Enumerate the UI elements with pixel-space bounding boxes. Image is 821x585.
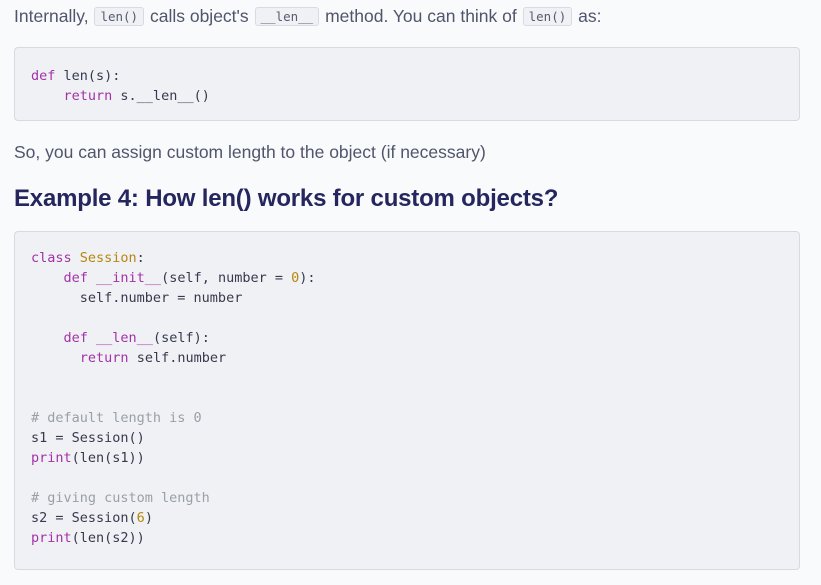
code-line: print(len(s2)) xyxy=(31,528,783,548)
intro-text-3: method. You can think of xyxy=(325,6,517,26)
inline-code-len: len() xyxy=(94,7,145,26)
code-text-token: self.number = number xyxy=(31,290,243,306)
code-text-token: s2 = Session( xyxy=(31,510,137,526)
keyword-token: def xyxy=(31,68,56,84)
indent-token xyxy=(31,350,80,366)
intro-text-4: as: xyxy=(578,6,602,26)
code-text-token: s.__len__() xyxy=(112,88,210,104)
comment-token: # giving custom length xyxy=(31,490,210,506)
code-line: print(len(s1)) xyxy=(31,448,783,468)
code-text-token: self.number xyxy=(128,350,227,366)
intro-paragraph: Internally, len() calls object's __len__… xyxy=(14,4,602,30)
code-line: class Session: xyxy=(31,248,783,268)
code-line: # default length is 0 xyxy=(31,408,783,428)
code-line: def __len__(self): xyxy=(31,328,783,348)
intro-text-1: Internally, xyxy=(14,6,89,26)
code-block-len-definition: def len(s): return s.__len__() xyxy=(14,47,800,121)
function-name-token: __init__ xyxy=(87,270,162,286)
class-name-token: Session xyxy=(71,250,137,266)
indent-token xyxy=(31,330,64,346)
intro-text-2: calls object's xyxy=(149,6,249,26)
code-text-token: ): xyxy=(299,270,316,286)
code-line: s1 = Session() xyxy=(31,428,783,448)
code-text-token: (len(s2)) xyxy=(71,530,145,546)
indent-token xyxy=(31,88,64,104)
code-text-token: len(s): xyxy=(55,68,121,84)
section-heading: Example 4: How len() works for custom ob… xyxy=(14,185,559,212)
code-block-example-4: class Session: def __init__(self, number… xyxy=(14,231,800,570)
code-line: def __init__(self, number = 0): xyxy=(31,268,783,288)
keyword-token: def xyxy=(63,330,88,346)
code-text-token: ) xyxy=(144,510,153,526)
explanation-paragraph: So, you can assign custom length to the … xyxy=(14,142,486,162)
keyword-token: return xyxy=(63,88,113,104)
code-line: return self.number xyxy=(31,348,783,368)
keyword-token: def xyxy=(63,270,88,286)
function-name-token: print xyxy=(31,450,72,466)
inline-code-dunder-len: __len__ xyxy=(254,7,320,26)
code-line: s2 = Session(6) xyxy=(31,508,783,528)
code-line: return s.__len__() xyxy=(31,86,783,106)
keyword-token: return xyxy=(79,350,129,366)
code-line: # giving custom length xyxy=(31,488,783,508)
keyword-token: class xyxy=(31,250,72,266)
code-line: def len(s): xyxy=(31,66,783,86)
code-text-token: (len(s1)) xyxy=(71,450,145,466)
code-text-token: : xyxy=(136,250,145,266)
inline-code-len-2: len() xyxy=(522,7,573,26)
function-name-token: __len__ xyxy=(87,330,153,346)
code-text-token: (self): xyxy=(152,330,210,346)
indent-token xyxy=(31,270,64,286)
code-line: self.number = number xyxy=(31,288,783,308)
code-text-token: s1 = Session() xyxy=(31,430,145,446)
function-name-token: print xyxy=(31,530,72,546)
comment-token: # default length is 0 xyxy=(31,410,202,426)
code-text-token: (self, number = xyxy=(161,270,292,286)
number-token: 6 xyxy=(136,510,145,526)
